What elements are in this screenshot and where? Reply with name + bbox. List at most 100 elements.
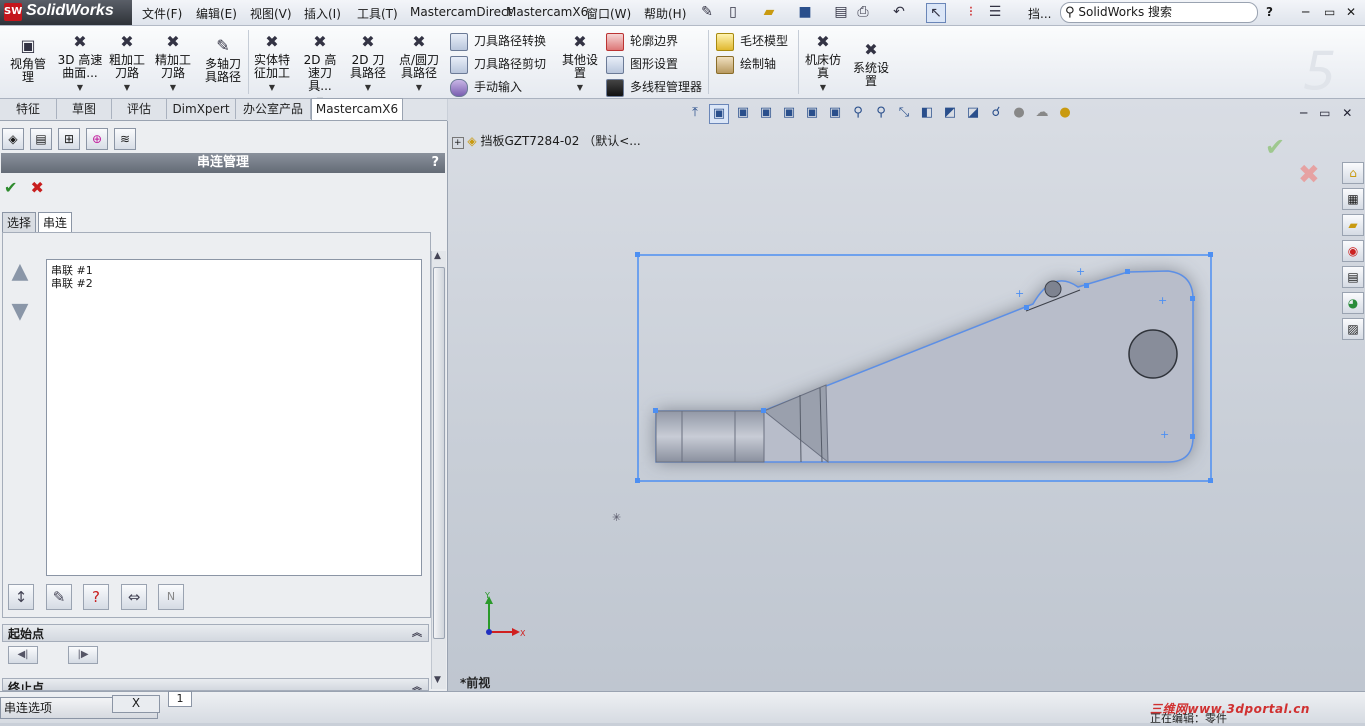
configuration-manager-icon[interactable]: ⊞ xyxy=(58,128,80,150)
reverse-chain-button[interactable]: ⇔ xyxy=(121,584,147,610)
menu-mastercam-x6[interactable]: MastercamX6 xyxy=(506,5,588,19)
other-settings-button[interactable]: ✖ 其他设置 ▼ xyxy=(558,32,602,94)
move-down-icon[interactable]: ▼ xyxy=(8,301,32,323)
lights-icon[interactable]: ● xyxy=(1056,104,1074,122)
tab-features[interactable]: 特征 xyxy=(0,99,57,119)
menu-edit[interactable]: 编辑(E) xyxy=(196,5,237,22)
close-app-button[interactable]: ✕ xyxy=(1346,5,1356,19)
graphics-area[interactable]: + + + + xyxy=(448,99,1365,691)
finish-toolpath-button[interactable]: ✖ 精加工刀路 ▼ xyxy=(152,32,194,94)
edit-appearance-icon[interactable]: ◪ xyxy=(964,104,982,122)
menu-mastercam-direct[interactable]: MastercamDirect xyxy=(410,5,512,19)
print-preview-icon[interactable]: ⎙ xyxy=(854,3,872,21)
tab-dimxpert[interactable]: DimXpert xyxy=(167,99,236,119)
home-icon[interactable]: ⌂ xyxy=(1342,162,1364,184)
feature-tree-icon[interactable]: ◈ xyxy=(2,128,24,150)
new-document-icon[interactable]: ▯ xyxy=(724,3,742,21)
start-point-prev-button[interactable]: ◀| xyxy=(8,646,38,664)
zoom-area-icon[interactable]: ⚲ xyxy=(872,104,890,122)
feature-tree-flyout[interactable]: + ◈ 挡板GZT7284-02 （默认<... xyxy=(452,132,641,149)
ok-check-icon[interactable]: ✔ xyxy=(4,178,17,197)
pin-icon[interactable]: ✎ xyxy=(698,3,716,21)
tab-select[interactable]: 选择 xyxy=(2,212,37,234)
left-view-icon[interactable]: ▣ xyxy=(757,104,775,122)
point-circle-toolpath-button[interactable]: ✖ 点/圆刀具路径 ▼ xyxy=(396,32,442,94)
scroll-thumb[interactable] xyxy=(433,267,445,639)
end-point-section[interactable]: 终止点 ︽ xyxy=(2,678,429,691)
manual-entry-button[interactable]: 手动输入 xyxy=(450,78,522,97)
move-up-icon[interactable]: ▲ xyxy=(8,261,32,283)
right-view-icon[interactable]: ▣ xyxy=(780,104,798,122)
close-doc-button[interactable]: ✕ xyxy=(1342,106,1352,120)
rebuild-traffic-light-icon[interactable]: ⁝ xyxy=(962,3,980,21)
confirm-corner-cancel-icon[interactable]: ✖ xyxy=(1298,160,1320,190)
chain-options-close-button[interactable]: X xyxy=(112,695,160,713)
open-folder-icon[interactable]: ▰ xyxy=(760,3,778,21)
2d-toolpath-button[interactable]: ✖ 2D 刀具路径 ▼ xyxy=(346,32,390,94)
toolpath-transform-button[interactable]: 刀具路径转换 xyxy=(450,32,546,51)
contour-boundary-button[interactable]: 轮廓边界 xyxy=(606,32,678,51)
file-explorer-icon[interactable]: ▰ xyxy=(1342,214,1364,236)
tab-mastercam-x6[interactable]: MastercamX6 xyxy=(311,98,403,120)
chain-direction-button[interactable]: ↕ xyxy=(8,584,34,610)
tab-chain[interactable]: 串连 xyxy=(38,212,73,234)
save-icon[interactable]: ■ xyxy=(796,3,814,21)
panel-scrollbar[interactable]: ▲ ▼ xyxy=(431,251,446,689)
cancel-x-icon[interactable]: ✖ xyxy=(31,178,44,197)
property-help-button[interactable]: ? xyxy=(431,153,439,173)
custom-properties-icon[interactable]: ▨ xyxy=(1342,318,1364,340)
apply-scene-icon[interactable]: ☌ xyxy=(987,104,1005,122)
design-library-icon[interactable]: ▦ xyxy=(1342,188,1364,210)
confirm-corner-ok-icon[interactable]: ✔ xyxy=(1265,133,1285,161)
start-point-next-button[interactable]: |▶ xyxy=(68,646,98,664)
hide-show-icon[interactable]: ◩ xyxy=(941,104,959,122)
menu-help[interactable]: 帮助(H) xyxy=(644,5,686,22)
appearances-icon[interactable]: ◕ xyxy=(1342,292,1364,314)
rough-toolpath-button[interactable]: ✖ 粗加工刀路 ▼ xyxy=(106,32,148,94)
tab-evaluate[interactable]: 评估 xyxy=(112,99,167,119)
menu-tools[interactable]: 工具(T) xyxy=(357,5,398,22)
draw-axis-button[interactable]: 绘制轴 xyxy=(716,55,776,74)
property-manager-icon[interactable]: ▤ xyxy=(30,128,52,150)
expand-icon[interactable]: + xyxy=(452,137,464,149)
3d-hsm-button[interactable]: ✖ 3D 高速曲面... ▼ xyxy=(56,32,104,94)
print-icon[interactable]: ▤ xyxy=(832,3,850,21)
toolpath-trim-button[interactable]: 刀具路径剪切 xyxy=(450,55,546,74)
menu-file[interactable]: 文件(F) xyxy=(142,5,182,22)
back-view-icon[interactable]: ▣ xyxy=(734,104,752,122)
zoom-to-fit-icon[interactable]: ⚲ xyxy=(849,104,867,122)
list-item[interactable]: 串联 #2 xyxy=(51,275,93,291)
section-view-icon[interactable]: ⤡ xyxy=(895,104,913,122)
graphics-settings-button[interactable]: 图形设置 xyxy=(606,55,678,74)
dimxpert-icon[interactable]: ⊕ xyxy=(86,128,108,150)
realview-icon[interactable]: ☁ xyxy=(1033,104,1051,122)
multiaxis-toolpath-button[interactable]: ✎ 多轴刀具路径 xyxy=(200,36,246,84)
bottom-view-icon[interactable]: ▣ xyxy=(826,104,844,122)
front-view-icon[interactable]: ▣ xyxy=(709,104,729,124)
edit-chain-button[interactable]: ✎ xyxy=(46,584,72,610)
multithread-manager-button[interactable]: 多线程管理器 xyxy=(606,78,702,97)
minimize-doc-button[interactable]: ─ xyxy=(1300,106,1307,120)
mastercam-manager-icon[interactable]: ≋ xyxy=(114,128,136,150)
restore-app-button[interactable]: ▭ xyxy=(1324,5,1335,19)
search-box[interactable]: ⚲ SolidWorks 搜索 xyxy=(1060,2,1258,23)
tab-office-products[interactable]: 办公室产品 xyxy=(236,99,311,119)
tab-sketch[interactable]: 草图 xyxy=(57,99,112,119)
top-view-icon[interactable]: ▣ xyxy=(803,104,821,122)
view-palette-icon[interactable]: ▤ xyxy=(1342,266,1364,288)
options-icon[interactable]: ☰ xyxy=(986,3,1004,21)
machine-simulation-button[interactable]: ✖ 机床仿真 ▼ xyxy=(802,32,844,94)
start-point-section[interactable]: 起始点 ︽ xyxy=(2,624,429,642)
view-orientation-icon[interactable]: ⤒ xyxy=(686,104,704,122)
system-settings-button[interactable]: ✖ 系统设置 xyxy=(850,40,892,88)
chain-list[interactable]: 串联 #1 串联 #2 xyxy=(46,259,422,576)
chain-query-button[interactable]: ? xyxy=(83,584,109,610)
n-button[interactable]: N xyxy=(158,584,184,610)
menu-insert[interactable]: 插入(I) xyxy=(304,5,341,22)
menu-view[interactable]: 视图(V) xyxy=(250,5,292,22)
help-button[interactable]: ? xyxy=(1266,5,1273,19)
view-manager-button[interactable]: ▣ 视角管理 xyxy=(6,36,50,84)
view-settings-icon[interactable]: ● xyxy=(1010,104,1028,122)
select-arrow-icon[interactable]: ↖ xyxy=(926,3,946,23)
restore-doc-button[interactable]: ▭ xyxy=(1319,106,1330,120)
